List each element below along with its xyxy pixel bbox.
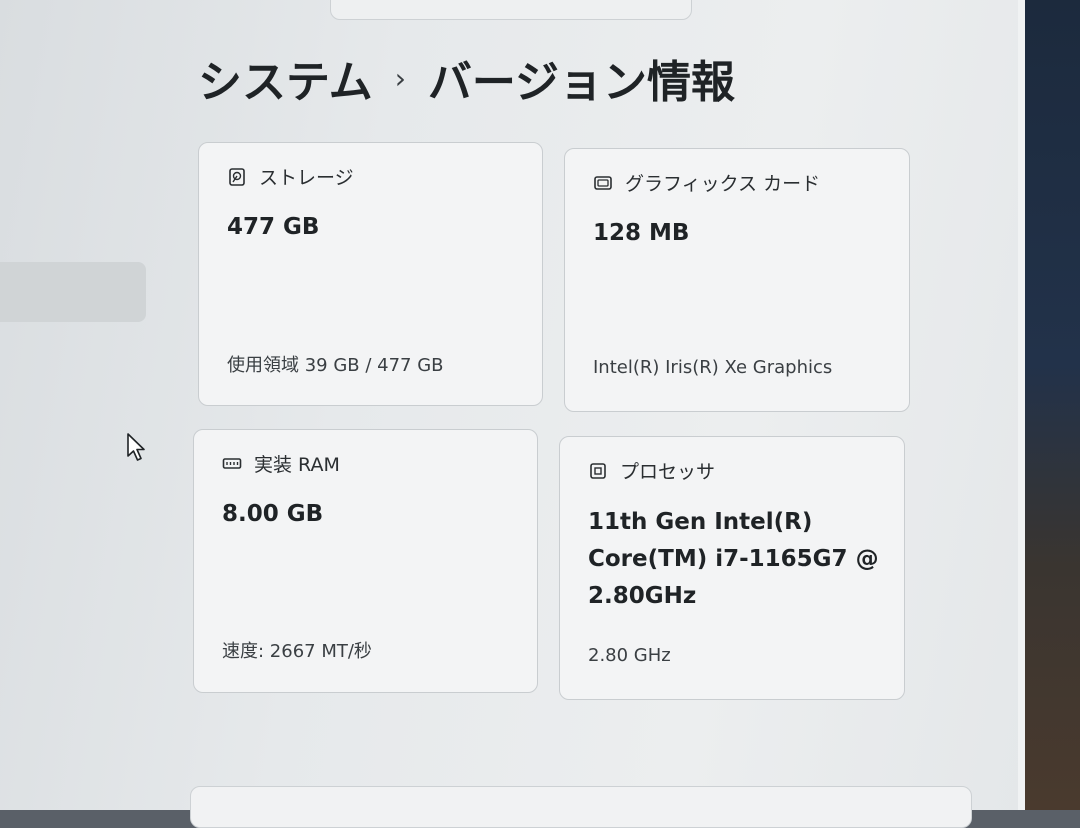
desktop-background — [1025, 0, 1080, 810]
mouse-cursor-icon — [127, 433, 145, 461]
graphics-card-icon — [594, 175, 612, 190]
memory-icon — [222, 457, 242, 469]
graphics-card: グラフィックス カード 128 MB Intel(R) Iris(R) Xe G… — [564, 148, 910, 412]
processor-icon — [590, 462, 606, 479]
search-box[interactable] — [330, 0, 692, 20]
breadcrumb-separator: › — [394, 61, 406, 95]
next-section-card — [190, 786, 972, 828]
breadcrumb: システム › バージョン情報 — [198, 48, 735, 108]
hard-drive-icon — [229, 167, 245, 186]
ram-title: 実装 RAM — [254, 454, 340, 476]
ram-value: 8.00 GB — [222, 501, 324, 527]
storage-card: ストレージ 477 GB 使用領域 39 GB / 477 GB — [198, 142, 543, 406]
processor-value: 11th Gen Intel(R) Core(TM) i7-1165G7 @ 2… — [588, 504, 879, 615]
processor-detail: 2.80 GHz — [588, 645, 671, 666]
processor-value-line: Core(TM) i7-1165G7 @ — [588, 546, 879, 572]
processor-value-line: 2.80GHz — [588, 583, 697, 609]
page-title: バージョン情報 — [427, 57, 736, 108]
storage-value: 477 GB — [227, 214, 320, 240]
graphics-value: 128 MB — [593, 220, 690, 246]
processor-value-line: 11th Gen Intel(R) — [588, 509, 813, 535]
storage-title: ストレージ — [259, 167, 354, 189]
graphics-title: グラフィックス カード — [625, 173, 821, 195]
ram-card: 実装 RAM 8.00 GB 速度: 2667 MT/秒 — [193, 429, 538, 693]
processor-card: プロセッサ 11th Gen Intel(R) Core(TM) i7-1165… — [559, 436, 905, 700]
graphics-detail: Intel(R) Iris(R) Xe Graphics — [593, 357, 833, 378]
sidebar-item-selected[interactable] — [0, 262, 146, 322]
ram-detail: 速度: 2667 MT/秒 — [222, 641, 372, 662]
processor-title: プロセッサ — [620, 461, 716, 483]
storage-detail: 使用領域 39 GB / 477 GB — [227, 355, 444, 376]
breadcrumb-parent[interactable]: システム — [198, 46, 373, 110]
